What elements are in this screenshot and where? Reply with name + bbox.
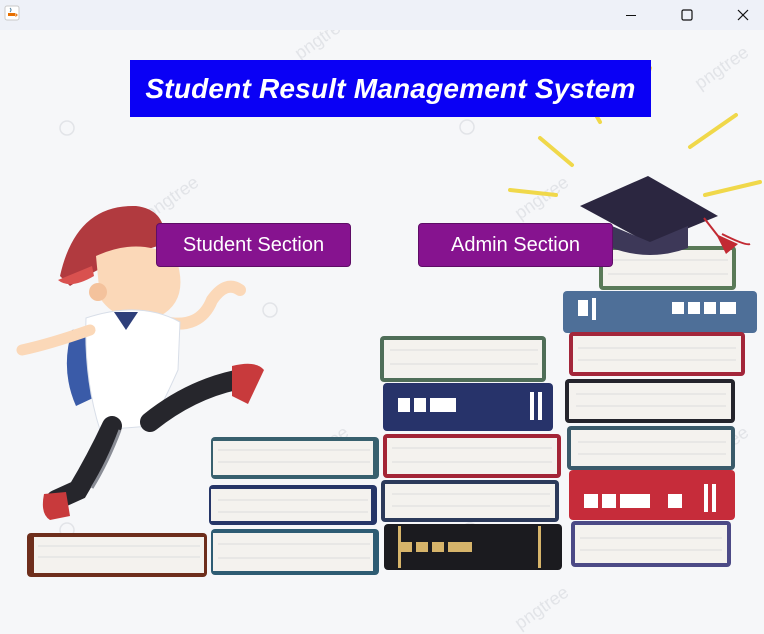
app-title: Student Result Management System bbox=[145, 72, 636, 104]
maximize-button[interactable] bbox=[664, 0, 710, 30]
close-button[interactable] bbox=[720, 0, 764, 30]
svg-text:pngtree: pngtree bbox=[511, 582, 572, 633]
student-section-button[interactable]: Student Section bbox=[156, 223, 351, 267]
close-icon bbox=[737, 9, 749, 21]
background-illustration: pngtree pngtree pngtree pngtree pngtree … bbox=[16, 30, 762, 633]
main-panel: pngtree pngtree pngtree pngtree pngtree … bbox=[0, 30, 764, 634]
book-stack-4 bbox=[563, 246, 757, 567]
svg-text:pngtree: pngtree bbox=[511, 172, 572, 223]
svg-text:pngtree: pngtree bbox=[691, 42, 752, 93]
book-stack-2 bbox=[209, 437, 379, 575]
book-stack-3 bbox=[380, 336, 562, 570]
maximize-icon bbox=[681, 9, 693, 21]
minimize-button[interactable] bbox=[608, 0, 654, 30]
title-bar bbox=[0, 0, 764, 30]
minimize-icon bbox=[626, 15, 636, 16]
admin-section-button[interactable]: Admin Section bbox=[418, 223, 613, 267]
svg-text:pngtree: pngtree bbox=[291, 30, 352, 63]
book-left-bottom bbox=[27, 533, 207, 577]
java-app-icon bbox=[4, 5, 20, 21]
app-title-banner: Student Result Management System bbox=[130, 60, 651, 117]
